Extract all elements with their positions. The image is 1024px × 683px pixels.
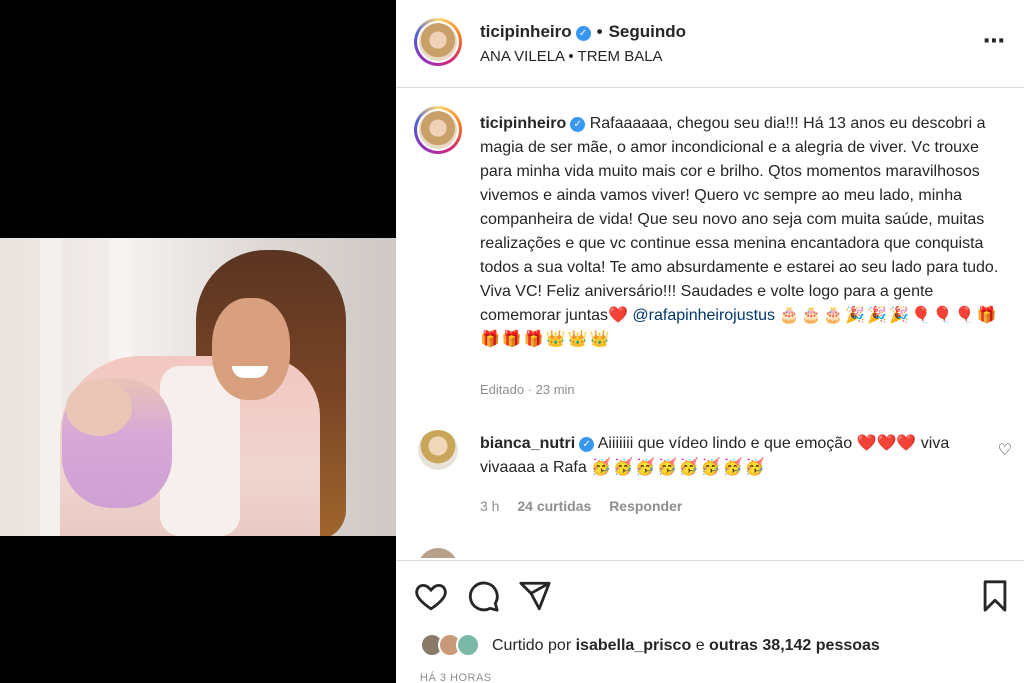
verified-icon: ✓ [570,117,586,132]
likes-others[interactable]: outras 38,142 pessoas [709,637,880,654]
heart-icon[interactable] [414,579,448,613]
likes-mid: e [695,637,705,654]
comment-username[interactable]: bianca_nutri [480,435,575,452]
share-icon[interactable] [518,579,552,613]
comments-section[interactable]: ticipinheiro ✓ Rafaaaaaa, chegou seu dia!… [396,88,1024,558]
comment-body: Aiiiiiii que vídeo lindo e que emoção [597,435,853,452]
caption-avatar[interactable] [414,106,462,154]
caption-text: ticipinheiro ✓ Rafaaaaaa, chegou seu dia!… [480,112,1000,352]
curtain [40,238,62,536]
media-pane [0,0,396,683]
more-options-icon[interactable]: ⋯ [983,28,1006,54]
photo-baby-head [66,380,132,436]
reply-button[interactable]: Responder [609,498,682,514]
edited-timestamp: Editado · 23 min [480,382,575,397]
author-username[interactable]: ticipinheiro [480,22,572,41]
author-line: ticipinheiro ✓ • Seguindo [480,22,686,42]
audio-label[interactable]: ANA VILELA • TREM BALA [480,48,663,65]
photo-face [212,298,290,400]
separator-dot: • [596,22,603,41]
comment-hearts: ❤️❤️❤️ [856,435,917,452]
comment-meta: 3 h 24 curtidas Responder [480,498,696,514]
comment-time: 3 h [480,498,500,514]
verified-icon: ✓ [575,26,591,41]
comment-text: bianca_nutri ✓ Aiiiiiii que vídeo lindo e… [480,432,970,480]
mention-link[interactable]: @rafapinheirojustus [632,307,775,324]
save-icon[interactable] [978,579,1012,613]
next-comment-avatar [418,548,458,558]
post-time[interactable]: HÁ 3 HORAS [420,672,492,683]
likes-summary: Curtido por isabella_prisco e outras 38,… [492,637,880,655]
liker-avatars[interactable] [420,633,482,659]
follow-button[interactable]: Seguindo [609,22,686,41]
post-actions: Curtido por isabella_prisco e outras 38,… [396,560,1024,683]
caption-username[interactable]: ticipinheiro [480,115,566,132]
next-comment-partial [418,548,818,558]
likes-user[interactable]: isabella_prisco [576,637,692,654]
post-photo[interactable] [0,238,396,536]
author-avatar[interactable] [414,18,462,66]
heart-emoji: ❤️ [608,307,628,324]
liker-avatar [456,633,480,657]
comment-emojis: 🥳🥳🥳🥳🥳🥳🥳🥳 [591,459,767,476]
likes-prefix: Curtido por [492,637,572,654]
like-comment-icon[interactable]: ♡ [998,440,1012,460]
comment-avatar[interactable] [418,430,458,470]
comment-icon[interactable] [466,579,500,613]
post-header: ticipinheiro ✓ • Seguindo ANA VILELA • TREM… [396,0,1024,88]
caption-body: Rafaaaaaa, chegou seu dia!!! Há 13 anos … [480,115,999,324]
comment-likes[interactable]: 24 curtidas [517,498,591,514]
verified-icon: ✓ [579,437,595,452]
